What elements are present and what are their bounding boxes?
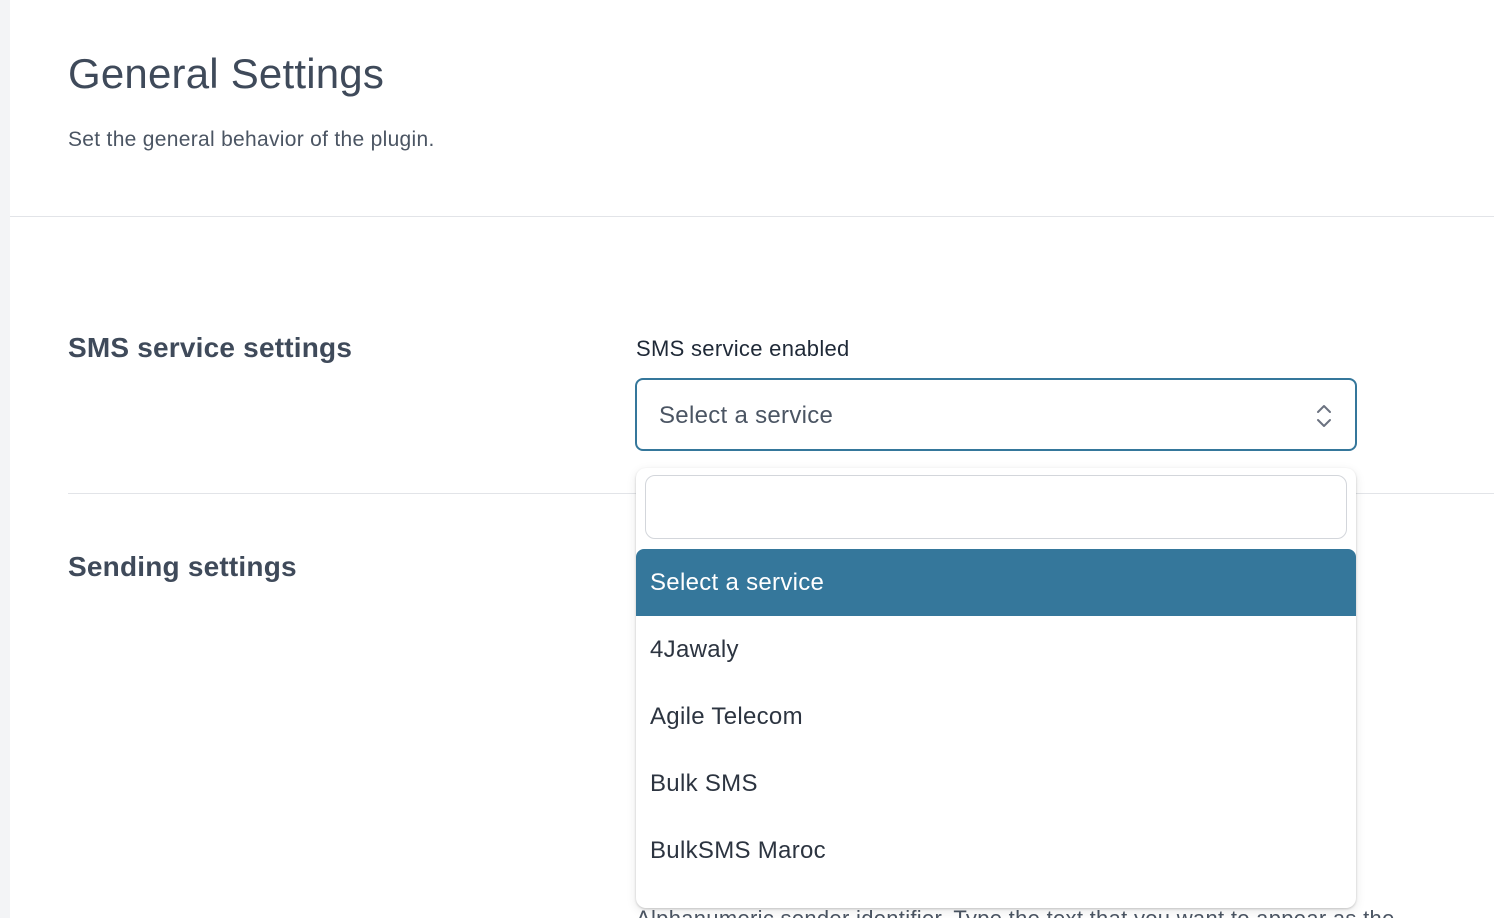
settings-panel: General Settings Set the general behavio… bbox=[10, 0, 1494, 918]
page-description: Set the general behavior of the plugin. bbox=[68, 128, 435, 151]
dropdown-option-burst-sms[interactable]: Burst SMS bbox=[636, 884, 1356, 908]
sms-service-select[interactable]: Select a service bbox=[635, 378, 1357, 451]
select-current-value: Select a service bbox=[659, 402, 834, 429]
chevron-up-down-icon bbox=[1317, 405, 1331, 427]
header-divider bbox=[10, 216, 1494, 217]
sms-service-label: SMS service enabled bbox=[636, 336, 850, 361]
dropdown-option-4jawaly[interactable]: 4Jawaly bbox=[636, 616, 1356, 683]
dropdown-option-select-a-service[interactable]: Select a service bbox=[636, 549, 1356, 616]
page-title: General Settings bbox=[68, 50, 385, 97]
dropdown-option-bulksms-maroc[interactable]: BulkSMS Maroc bbox=[636, 817, 1356, 884]
dropdown-option-bulk-sms[interactable]: Bulk SMS bbox=[636, 750, 1356, 817]
dropdown-search-input[interactable] bbox=[645, 475, 1347, 539]
service-dropdown: Select a service 4Jawaly Agile Telecom B… bbox=[636, 468, 1356, 908]
dropdown-option-agile-telecom[interactable]: Agile Telecom bbox=[636, 683, 1356, 750]
section-title-sms: SMS service settings bbox=[68, 332, 353, 363]
dropdown-options: Select a service 4Jawaly Agile Telecom B… bbox=[636, 549, 1356, 908]
section-title-sending: Sending settings bbox=[68, 551, 297, 582]
